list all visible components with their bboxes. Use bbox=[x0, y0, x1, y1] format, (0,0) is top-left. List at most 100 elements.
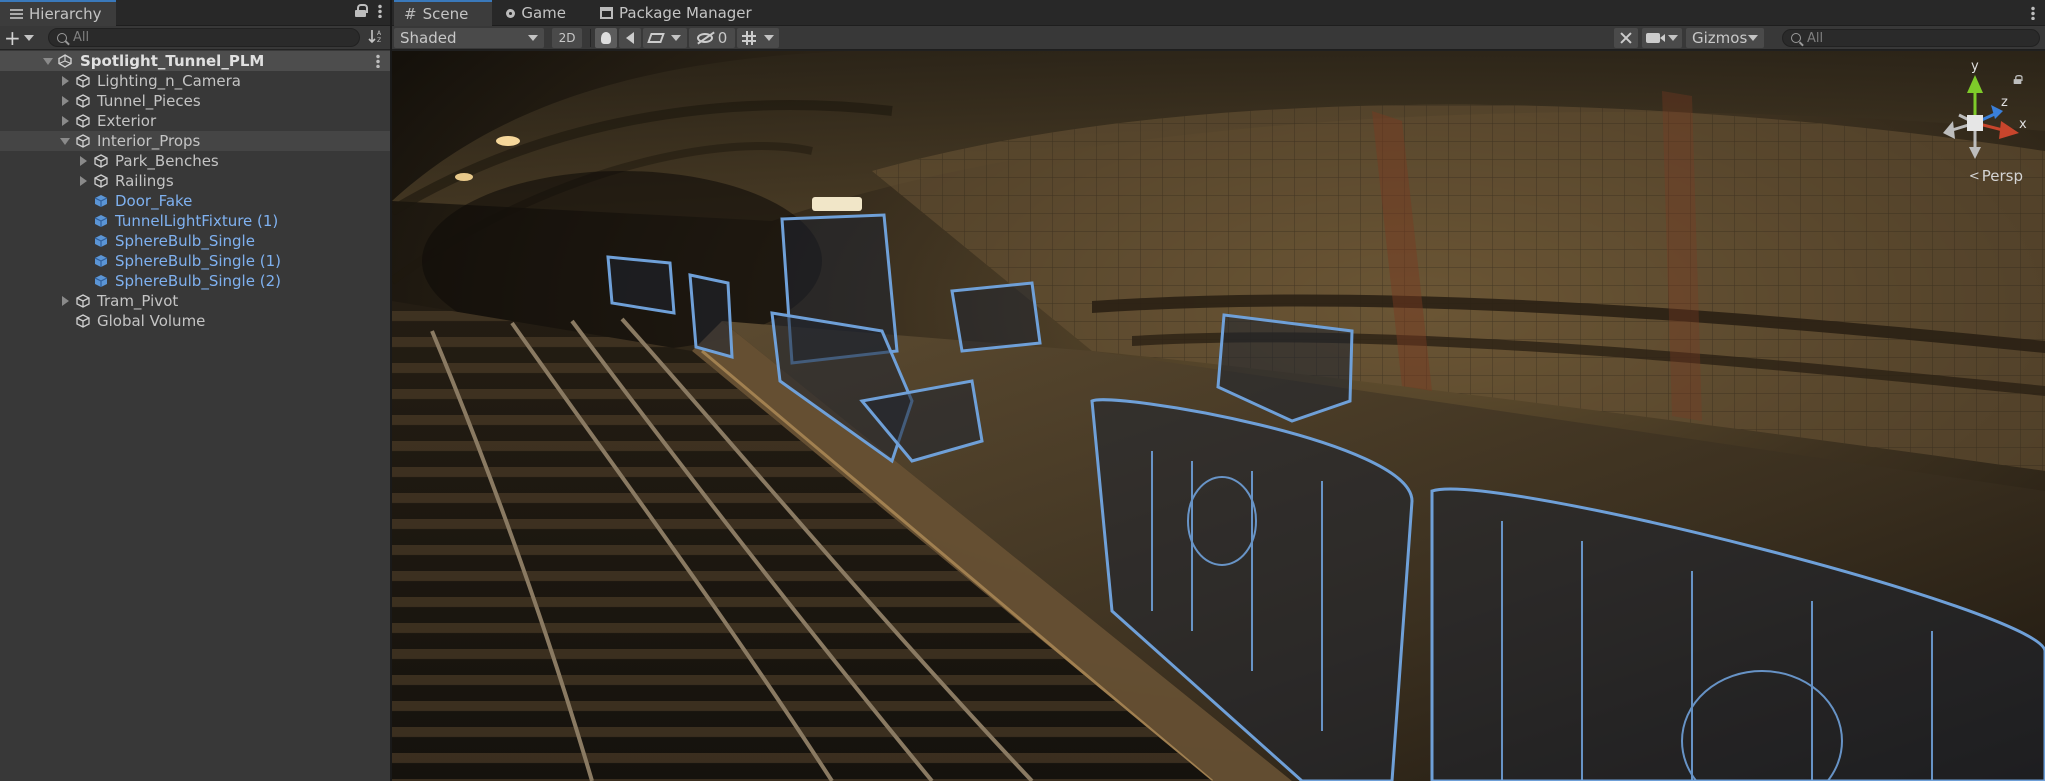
axis-z-label: z bbox=[2001, 95, 2008, 110]
svg-text:Z: Z bbox=[377, 37, 381, 44]
tab-package-manager[interactable]: Package Manager bbox=[590, 0, 770, 26]
scene-view-panel: # Scene Game Package Manager Shaded 2D 0… bbox=[392, 0, 2045, 781]
audio-toggle-button[interactable] bbox=[619, 28, 641, 48]
chevron-down-icon bbox=[23, 34, 34, 41]
sort-icon: AZ bbox=[368, 29, 382, 44]
effects-dropdown-button[interactable] bbox=[643, 28, 687, 48]
tree-item[interactable]: Tunnel_Pieces bbox=[0, 91, 390, 111]
projection-toggle[interactable]: < Persp bbox=[1969, 167, 2023, 185]
wrench-icon bbox=[1619, 31, 1633, 45]
chevron-down-icon bbox=[528, 35, 538, 41]
tab-hierarchy-label: Hierarchy bbox=[29, 5, 102, 23]
expand-arrow-icon[interactable] bbox=[80, 176, 87, 186]
gameobject-cube-icon bbox=[76, 74, 90, 88]
scene-grid-icon: # bbox=[404, 5, 417, 23]
effects-layers-icon bbox=[647, 33, 665, 43]
scene-toolbar: Shaded 2D 0 Gizmos All bbox=[392, 26, 2045, 50]
tab-hierarchy[interactable]: Hierarchy bbox=[0, 0, 116, 26]
tree-item-label: SphereBulb_Single bbox=[115, 232, 255, 250]
tree-item-label: Tunnel_Pieces bbox=[97, 92, 201, 110]
scene-search-input[interactable]: All bbox=[1782, 29, 2040, 47]
more-options-icon[interactable] bbox=[2031, 6, 2035, 20]
more-options-icon[interactable] bbox=[376, 54, 380, 68]
tree-item-label: Interior_Props bbox=[97, 132, 201, 150]
tab-scene-label: Scene bbox=[422, 5, 469, 23]
tree-item-label: SphereBulb_Single (2) bbox=[115, 272, 281, 290]
lighting-toggle-button[interactable] bbox=[595, 28, 617, 48]
sort-button[interactable]: AZ bbox=[366, 28, 386, 48]
hierarchy-search-placeholder: All bbox=[73, 30, 90, 45]
create-dropdown-button[interactable]: + bbox=[4, 26, 42, 50]
gamepad-icon bbox=[506, 8, 516, 18]
expand-arrow-icon[interactable] bbox=[62, 296, 69, 306]
perspective-chevron-icon: < bbox=[1968, 168, 1980, 184]
camera-icon bbox=[1646, 33, 1665, 43]
prefab-cube-icon bbox=[94, 234, 108, 248]
tree-item[interactable]: Lighting_n_Camera bbox=[0, 71, 390, 91]
tree-item[interactable]: SphereBulb_Single (1) bbox=[0, 251, 390, 271]
scene-visibility-button[interactable]: 0 bbox=[689, 28, 735, 48]
tree-item-label: Global Volume bbox=[97, 312, 206, 330]
toggle-2d-button[interactable]: 2D bbox=[552, 28, 582, 48]
scene-search-placeholder: All bbox=[1807, 30, 1824, 46]
eye-hidden-icon bbox=[696, 33, 713, 43]
more-options-icon[interactable] bbox=[378, 4, 382, 18]
expand-arrow-icon[interactable] bbox=[80, 156, 87, 166]
tree-item[interactable]: Door_Fake bbox=[0, 191, 390, 211]
tree-item[interactable]: Exterior bbox=[0, 111, 390, 131]
hierarchy-tree: Spotlight_Tunnel_PLM Lighting_n_Camera T… bbox=[0, 51, 390, 331]
tree-item[interactable]: Railings bbox=[0, 171, 390, 191]
tree-item[interactable]: SphereBulb_Single (2) bbox=[0, 271, 390, 291]
tree-item-scene-root[interactable]: Spotlight_Tunnel_PLM bbox=[0, 51, 390, 71]
tab-game[interactable]: Game bbox=[496, 0, 576, 26]
expand-arrow-icon[interactable] bbox=[62, 96, 69, 106]
tree-item-label: Railings bbox=[115, 172, 174, 190]
expand-arrow-icon[interactable] bbox=[43, 58, 53, 65]
tree-item[interactable]: Global Volume bbox=[0, 311, 390, 331]
tree-item[interactable]: SphereBulb_Single bbox=[0, 231, 390, 251]
expand-arrow-icon[interactable] bbox=[62, 116, 69, 126]
hierarchy-toolbar: + All AZ bbox=[0, 26, 390, 50]
tools-button[interactable] bbox=[1614, 28, 1638, 48]
gameobject-cube-icon bbox=[76, 134, 90, 148]
tree-item[interactable]: TunnelLightFixture (1) bbox=[0, 211, 390, 231]
tree-item-label: Exterior bbox=[97, 112, 157, 130]
hierarchy-search-input[interactable]: All bbox=[48, 28, 360, 47]
draw-mode-label: Shaded bbox=[400, 29, 457, 47]
tab-package-manager-label: Package Manager bbox=[619, 4, 752, 22]
toolbar-divider bbox=[590, 29, 591, 47]
gizmos-dropdown[interactable]: Gizmos bbox=[1686, 28, 1764, 48]
chevron-down-icon bbox=[1748, 35, 1758, 41]
toggle-2d-label: 2D bbox=[558, 31, 576, 45]
lightbulb-icon bbox=[601, 32, 611, 44]
camera-settings-dropdown[interactable] bbox=[1642, 28, 1682, 48]
gameobject-cube-icon bbox=[76, 114, 90, 128]
hierarchy-list-icon bbox=[10, 9, 23, 19]
axis-x-label: x bbox=[2019, 117, 2027, 132]
package-icon bbox=[600, 7, 613, 19]
tree-item[interactable]: Tram_Pivot bbox=[0, 291, 390, 311]
tree-item[interactable]: Park_Benches bbox=[0, 151, 390, 171]
unity-scene-icon bbox=[58, 54, 72, 68]
plus-icon: + bbox=[4, 25, 21, 50]
prefab-cube-icon bbox=[94, 194, 108, 208]
tab-scene[interactable]: # Scene bbox=[394, 0, 492, 26]
expand-arrow-icon[interactable] bbox=[62, 76, 69, 86]
grid-snapping-dropdown[interactable] bbox=[737, 28, 779, 48]
gizmos-label: Gizmos bbox=[1692, 29, 1748, 47]
tree-item[interactable]: Interior_Props bbox=[0, 131, 390, 151]
draw-mode-dropdown[interactable]: Shaded bbox=[394, 28, 544, 48]
tree-item-label: SphereBulb_Single (1) bbox=[115, 252, 281, 270]
projection-label: Persp bbox=[1981, 167, 2023, 185]
tree-item-label: Lighting_n_Camera bbox=[97, 72, 242, 90]
collapse-arrow-icon[interactable] bbox=[60, 138, 70, 145]
gameobject-cube-icon bbox=[76, 294, 90, 308]
scene-render bbox=[392, 51, 2045, 781]
scene-tabbar: # Scene Game Package Manager bbox=[392, 0, 2045, 26]
gameobject-cube-icon bbox=[94, 154, 108, 168]
lock-icon[interactable] bbox=[2013, 74, 2023, 85]
lock-icon[interactable] bbox=[355, 4, 368, 17]
scene-viewport[interactable]: y z x < Persp bbox=[392, 51, 2045, 781]
hierarchy-panel: Hierarchy + All AZ Spotlight_Tunnel_PLM bbox=[0, 0, 391, 781]
prefab-cube-icon bbox=[94, 274, 108, 288]
